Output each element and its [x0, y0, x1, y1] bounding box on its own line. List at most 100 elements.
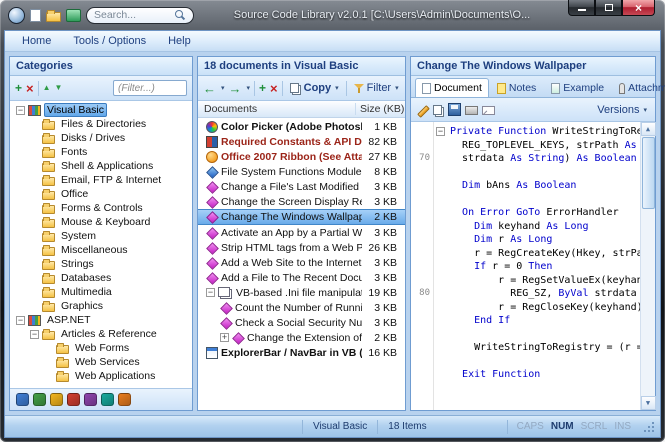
- tree-item[interactable]: −Visual Basic: [14, 103, 192, 117]
- delete-category-button[interactable]: ×: [26, 82, 34, 95]
- scroll-thumb[interactable]: [642, 137, 655, 209]
- close-button[interactable]: ×: [622, 0, 655, 16]
- tree-item[interactable]: Mouse & Keyboard: [14, 215, 192, 229]
- copy-document-icon[interactable]: [433, 105, 442, 115]
- tree-item[interactable]: Disks / Drives: [14, 131, 192, 145]
- view-shortcut-icon-5[interactable]: [84, 393, 97, 406]
- tree-item[interactable]: Forms & Controls: [14, 201, 192, 215]
- export-icon[interactable]: [66, 9, 81, 22]
- tree-item[interactable]: Web Forms: [14, 341, 192, 355]
- tab-example[interactable]: Example: [544, 78, 611, 97]
- category-filter-input[interactable]: (Filter...): [113, 80, 187, 96]
- tree-item[interactable]: Files & Directories: [14, 117, 192, 131]
- menu-item-tools-options[interactable]: Tools / Options: [64, 33, 155, 49]
- document-row[interactable]: Office 2007 Ribbon (See Attach...27 KB: [198, 149, 405, 164]
- document-row[interactable]: Change the Screen Display Resolu...3 KB: [198, 194, 405, 209]
- expand-icon[interactable]: +: [220, 333, 229, 342]
- collapse-icon[interactable]: −: [16, 316, 25, 325]
- collapse-icon[interactable]: −: [16, 106, 25, 115]
- print-icon[interactable]: [465, 106, 478, 115]
- document-row[interactable]: Check a Social Security Numb...3 KB: [198, 315, 405, 330]
- document-row[interactable]: File System Functions Module8 KB: [198, 164, 405, 179]
- fold-collapse-icon[interactable]: −: [436, 127, 445, 136]
- code-editor[interactable]: 7080 −Private Function WriteStringToRegi…: [411, 122, 655, 410]
- document-row[interactable]: Count the Number of Running...3 KB: [198, 300, 405, 315]
- preview-toolbar: Versions ▾: [411, 98, 655, 122]
- tree-item[interactable]: Multimedia: [14, 285, 192, 299]
- view-shortcut-icon-1[interactable]: [16, 393, 29, 406]
- versions-dropdown-icon[interactable]: ▾: [643, 106, 647, 114]
- resize-grip[interactable]: [642, 420, 655, 433]
- save-icon[interactable]: [448, 103, 461, 116]
- document-row[interactable]: −VB-based .Ini file manipulation clas19 …: [198, 285, 405, 300]
- versions-button[interactable]: Versions ▾: [594, 103, 650, 117]
- document-row[interactable]: Add a File to The Recent Docume...3 KB: [198, 270, 405, 285]
- column-documents[interactable]: Documents: [198, 103, 355, 115]
- app-icon[interactable]: [8, 7, 25, 24]
- view-shortcut-icon-3[interactable]: [50, 393, 63, 406]
- minimize-button[interactable]: [568, 0, 595, 16]
- move-up-button[interactable]: ▲: [43, 84, 51, 92]
- view-shortcut-icon-7[interactable]: [118, 393, 131, 406]
- tree-item[interactable]: System: [14, 229, 192, 243]
- tree-item[interactable]: Web Applications: [14, 369, 192, 383]
- tree-item[interactable]: Shell & Applications: [14, 159, 192, 173]
- collapse-icon[interactable]: −: [30, 330, 39, 339]
- maximize-button[interactable]: [595, 0, 622, 16]
- move-down-button[interactable]: ▼: [55, 84, 63, 92]
- filter-button[interactable]: Filter ▾: [351, 81, 402, 95]
- tree-item[interactable]: Email, FTP & Internet: [14, 173, 192, 187]
- forward-dropdown-icon[interactable]: ▾: [247, 84, 251, 92]
- tree-item[interactable]: −ASP.NET: [14, 313, 192, 327]
- view-shortcut-icon-6[interactable]: [101, 393, 114, 406]
- tree-item[interactable]: −Articles & Reference: [14, 327, 192, 341]
- back-dropdown-icon[interactable]: ▾: [221, 84, 225, 92]
- menu-item-home[interactable]: Home: [13, 33, 60, 49]
- tab-document[interactable]: Document: [415, 78, 489, 97]
- library-icon: [28, 105, 41, 116]
- filter-dropdown-icon[interactable]: ▾: [395, 84, 399, 92]
- document-row[interactable]: Strip HTML tags from a Web Page...26 KB: [198, 240, 405, 255]
- open-folder-icon[interactable]: [46, 12, 61, 22]
- tree-item[interactable]: Miscellaneous: [14, 243, 192, 257]
- vertical-scrollbar[interactable]: ▲ ▼: [640, 122, 655, 410]
- code-lines[interactable]: −Private Function WriteStringToRegistry(…: [434, 122, 640, 410]
- collapse-icon[interactable]: −: [206, 288, 215, 297]
- document-size: 2 KB: [365, 211, 403, 223]
- menu-item-help[interactable]: Help: [159, 33, 200, 49]
- document-row[interactable]: Required Constants & API Decla...82 KB: [198, 134, 405, 149]
- document-row[interactable]: Activate an App by a Partial Wind...3 KB: [198, 225, 405, 240]
- copy-dropdown-icon[interactable]: ▾: [335, 84, 339, 92]
- search-icon[interactable]: [175, 10, 186, 21]
- tree-item[interactable]: Web Services: [14, 355, 192, 369]
- column-size[interactable]: Size (KB): [355, 103, 405, 115]
- add-document-button[interactable]: +: [259, 82, 266, 94]
- tree-item[interactable]: Graphics: [14, 299, 192, 313]
- title-bar[interactable]: Search... Source Code Library v2.0.1 [C:…: [0, 0, 665, 30]
- email-icon[interactable]: [482, 106, 495, 115]
- document-row[interactable]: Change The Windows Wallpaper2 KB: [198, 209, 405, 225]
- forward-button[interactable]: →: [229, 82, 242, 95]
- document-row[interactable]: Add a Web Site to the Internet Exp...3 K…: [198, 255, 405, 270]
- copy-button[interactable]: Copy ▾: [287, 81, 342, 95]
- scroll-up-icon[interactable]: ▲: [641, 122, 656, 136]
- back-button[interactable]: ←: [203, 82, 216, 95]
- view-shortcut-icon-4[interactable]: [67, 393, 80, 406]
- add-category-button[interactable]: +: [15, 82, 22, 94]
- tree-item[interactable]: Office: [14, 187, 192, 201]
- document-row[interactable]: Change a File's Last Modified Date...3 K…: [198, 179, 405, 194]
- document-row[interactable]: ExplorerBar / NavBar in VB (Proj...16 KB: [198, 345, 405, 360]
- search-input[interactable]: Search...: [86, 7, 194, 24]
- document-row[interactable]: +Change the Extension of Files i...2 KB: [198, 330, 405, 345]
- tree-item[interactable]: Strings: [14, 257, 192, 271]
- delete-document-button[interactable]: ×: [270, 82, 278, 95]
- document-row[interactable]: Color Picker (Adobe Photoshop ...1 KB: [198, 119, 405, 134]
- tree-item[interactable]: Fonts: [14, 145, 192, 159]
- new-document-icon[interactable]: [30, 9, 41, 22]
- edit-icon[interactable]: [416, 103, 429, 116]
- view-shortcut-icon-2[interactable]: [33, 393, 46, 406]
- tree-item[interactable]: Databases: [14, 271, 192, 285]
- tab-notes[interactable]: Notes: [490, 78, 543, 97]
- scroll-down-icon[interactable]: ▼: [641, 396, 656, 410]
- tab-attachments[interactable]: Attachments: [612, 78, 665, 97]
